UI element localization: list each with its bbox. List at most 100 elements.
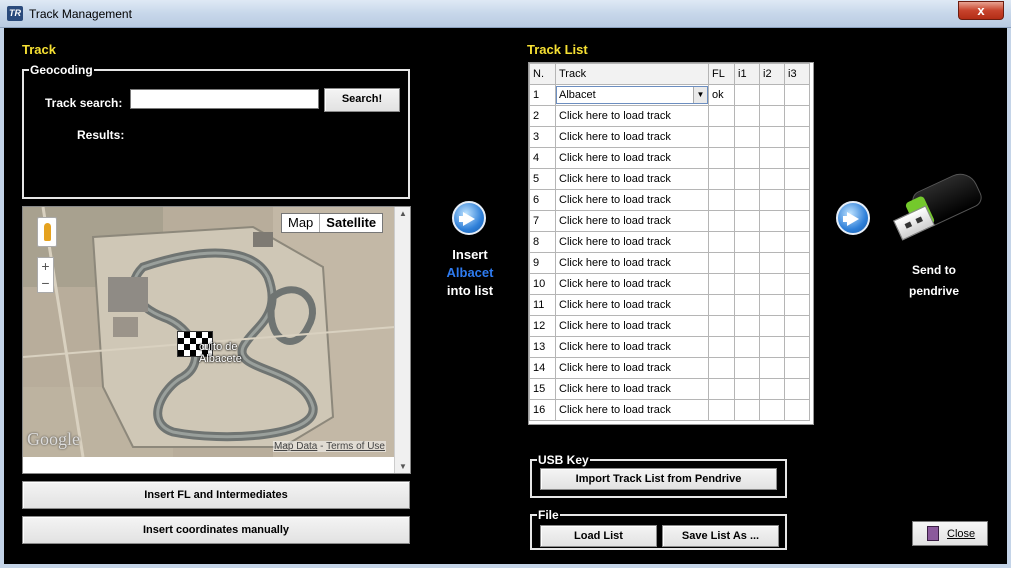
i2-cell (759, 294, 785, 316)
table-row[interactable]: 7 Click here to load track (529, 210, 810, 232)
column-header: N. (529, 63, 556, 85)
table-row[interactable]: 6 Click here to load track (529, 189, 810, 211)
load-track-cell[interactable]: Click here to load track (555, 147, 709, 169)
usb-pendrive-icon[interactable] (893, 167, 986, 246)
fl-cell (708, 315, 735, 337)
row-number: 13 (529, 336, 556, 358)
zoom-out-button[interactable]: − (38, 275, 53, 292)
row-number: 7 (529, 210, 556, 232)
pegman-icon[interactable] (37, 217, 57, 247)
load-track-cell[interactable]: Click here to load track (555, 210, 709, 232)
i2-cell (759, 357, 785, 379)
satellite-tab[interactable]: Satellite (319, 214, 382, 232)
track-select[interactable]: Albacet ▼ (556, 86, 708, 104)
i2-cell (759, 168, 785, 190)
load-track-cell[interactable]: Click here to load track (555, 189, 709, 211)
satellite-image[interactable]: cuito de Albacete Map Satellite + − Goog… (23, 207, 395, 457)
i1-cell (734, 210, 760, 232)
table-row[interactable]: 12 Click here to load track (529, 315, 810, 337)
i1-cell (734, 126, 760, 148)
table-row[interactable]: 10 Click here to load track (529, 273, 810, 295)
load-track-cell[interactable]: Click here to load track (555, 105, 709, 127)
load-track-cell[interactable]: Click here to load track (555, 231, 709, 253)
fl-cell (708, 336, 735, 358)
load-track-cell[interactable]: Click here to load track (555, 399, 709, 421)
row-number: 11 (529, 294, 556, 316)
window-close-button[interactable]: x (958, 1, 1004, 20)
save-list-as-button[interactable]: Save List As ... (662, 525, 779, 547)
map-view[interactable]: cuito de Albacete Map Satellite + − Goog… (22, 206, 411, 474)
table-row[interactable]: 9 Click here to load track (529, 252, 810, 274)
load-track-cell[interactable]: Click here to load track (555, 126, 709, 148)
map-tab[interactable]: Map (282, 214, 319, 232)
insert-text: Insert (452, 247, 488, 262)
send-to-text: Send to (912, 263, 956, 277)
send-to-pendrive-text[interactable]: Send to pendrive (894, 260, 974, 302)
load-track-cell[interactable]: Click here to load track (555, 273, 709, 295)
table-row[interactable]: 15 Click here to load track (529, 378, 810, 400)
row-number: 15 (529, 378, 556, 400)
i3-cell (784, 357, 810, 379)
column-header: i3 (784, 63, 810, 85)
load-track-cell[interactable]: Click here to load track (555, 357, 709, 379)
insert-coordinates-manually-button[interactable]: Insert coordinates manually (22, 516, 410, 544)
send-arrow-icon[interactable] (836, 201, 870, 235)
row-number: 8 (529, 231, 556, 253)
insert-into-list-text[interactable]: Insert Albacet into list (430, 246, 510, 300)
i2-cell (759, 231, 785, 253)
fl-cell (708, 231, 735, 253)
load-track-cell[interactable]: Click here to load track (555, 315, 709, 337)
fl-cell (708, 189, 735, 211)
pendrive-text: pendrive (908, 284, 959, 298)
map-place-label-line2: Albacete (199, 353, 242, 365)
i1-cell (734, 294, 760, 316)
track-table: N. Track FL i1 i2 i3 1 Albacet ▼ ok 2 Click h… (529, 63, 810, 421)
table-row[interactable]: 14 Click here to load track (529, 357, 810, 379)
i3-cell (784, 189, 810, 211)
search-button[interactable]: Search! (324, 88, 400, 112)
app-icon: TR (7, 6, 23, 21)
table-row[interactable]: 4 Click here to load track (529, 147, 810, 169)
load-track-cell[interactable]: Click here to load track (555, 336, 709, 358)
fl-cell (708, 147, 735, 169)
track-search-input[interactable] (130, 89, 319, 109)
i3-cell (784, 294, 810, 316)
table-row[interactable]: 11 Click here to load track (529, 294, 810, 316)
i1-cell (734, 189, 760, 211)
chevron-down-icon[interactable]: ▼ (693, 87, 707, 103)
track-combo-cell[interactable]: Albacet ▼ (555, 84, 709, 106)
track-search-label: Track search: (45, 96, 123, 110)
row-number: 6 (529, 189, 556, 211)
scroll-up-arrow-icon[interactable]: ▲ (399, 209, 407, 218)
load-track-cell[interactable]: Click here to load track (555, 252, 709, 274)
insert-arrow-icon[interactable] (452, 201, 486, 235)
track-list-grid[interactable]: N. Track FL i1 i2 i3 1 Albacet ▼ ok 2 Click h… (528, 62, 814, 425)
table-row[interactable]: 16 Click here to load track (529, 399, 810, 421)
table-row[interactable]: 13 Click here to load track (529, 336, 810, 358)
table-row[interactable]: 2 Click here to load track (529, 105, 810, 127)
zoom-in-button[interactable]: + (38, 258, 53, 275)
table-row[interactable]: 8 Click here to load track (529, 231, 810, 253)
insert-fl-intermediates-button[interactable]: Insert FL and Intermediates (22, 481, 410, 509)
map-data-link[interactable]: Map Data (274, 441, 317, 452)
fl-cell (708, 357, 735, 379)
track-section-title: Track (22, 42, 56, 57)
import-track-list-button[interactable]: Import Track List from Pendrive (540, 468, 777, 490)
i2-cell (759, 189, 785, 211)
table-row[interactable]: 3 Click here to load track (529, 126, 810, 148)
i2-cell (759, 336, 785, 358)
window-title: Track Management (29, 7, 132, 21)
row-number: 14 (529, 357, 556, 379)
table-row[interactable]: 5 Click here to load track (529, 168, 810, 190)
load-track-cell[interactable]: Click here to load track (555, 168, 709, 190)
load-track-cell[interactable]: Click here to load track (555, 294, 709, 316)
terms-of-use-link[interactable]: Terms of Use (326, 441, 385, 452)
table-row[interactable]: 1 Albacet ▼ ok (529, 84, 810, 106)
scroll-down-arrow-icon[interactable]: ▼ (399, 462, 407, 471)
map-scrollbar[interactable]: ▲ ▼ (394, 207, 410, 473)
load-track-cell[interactable]: Click here to load track (555, 378, 709, 400)
close-button[interactable]: Close (912, 521, 988, 546)
fl-cell (708, 126, 735, 148)
load-list-button[interactable]: Load List (540, 525, 657, 547)
i2-cell (759, 84, 785, 106)
